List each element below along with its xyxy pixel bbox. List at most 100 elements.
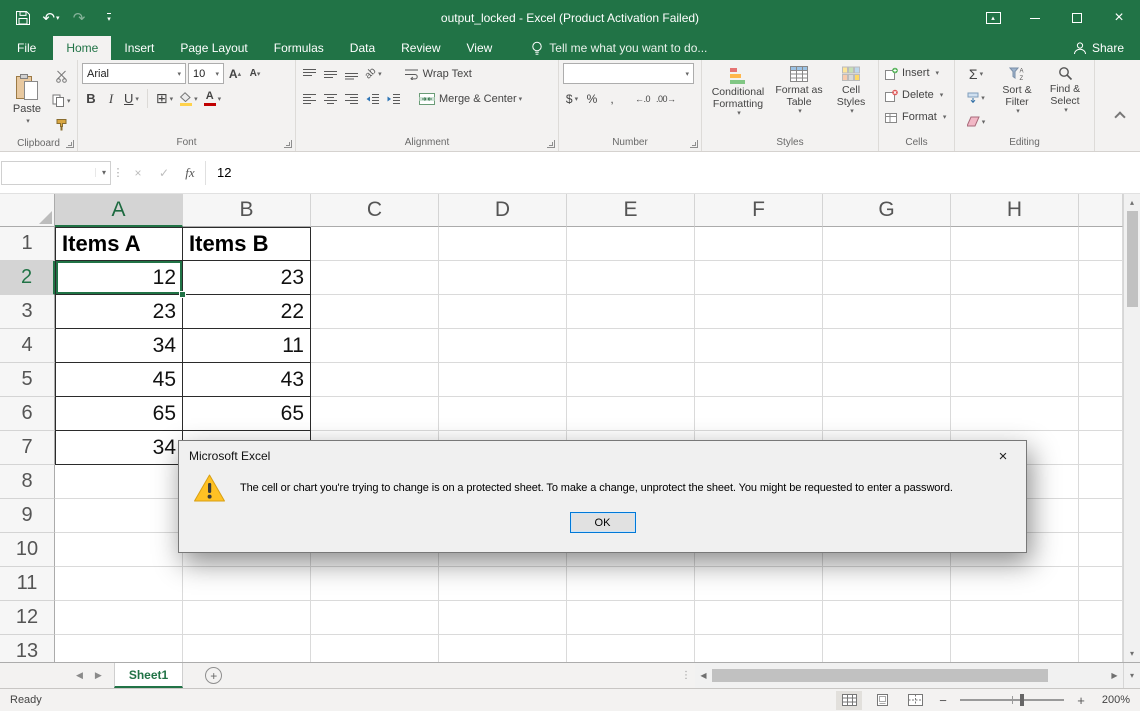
cell-G2[interactable] xyxy=(823,261,951,295)
save-button[interactable] xyxy=(12,6,34,30)
cell-F6[interactable] xyxy=(695,397,823,431)
row-header-4[interactable]: 4 xyxy=(0,329,55,363)
column-header-E[interactable]: E xyxy=(567,194,695,227)
cell-A12[interactable] xyxy=(55,601,183,635)
clear-button[interactable]: ▾ xyxy=(959,111,993,132)
cell-H2[interactable] xyxy=(951,261,1079,295)
cell-C13[interactable] xyxy=(311,635,439,662)
cell-E1[interactable] xyxy=(567,227,695,261)
conditional-formatting-button[interactable]: Conditional Formatting ▾ xyxy=(706,63,770,134)
select-all-button[interactable] xyxy=(0,194,55,227)
cell-D12[interactable] xyxy=(439,601,567,635)
decrease-decimal-button[interactable]: .00→ xyxy=(654,88,678,109)
enter-entry-button[interactable]: ✓ xyxy=(151,161,177,185)
cell-G5[interactable] xyxy=(823,363,951,397)
prev-sheet-button[interactable]: ◀ xyxy=(76,670,83,681)
cell-E12[interactable] xyxy=(567,601,695,635)
column-header-B[interactable]: B xyxy=(183,194,311,227)
scroll-left-button[interactable]: ◀ xyxy=(695,663,712,688)
zoom-out-button[interactable]: − xyxy=(935,693,951,708)
cell-A11[interactable] xyxy=(55,567,183,601)
cell-E11[interactable] xyxy=(567,567,695,601)
cell-partial-1[interactable] xyxy=(1079,227,1123,261)
column-header-C[interactable]: C xyxy=(311,194,439,227)
cell-D4[interactable] xyxy=(439,329,567,363)
cell-H4[interactable] xyxy=(951,329,1079,363)
row-header-7[interactable]: 7 xyxy=(0,431,55,465)
ok-button[interactable]: OK xyxy=(570,512,636,533)
comma-style-button[interactable]: , xyxy=(603,88,621,109)
row-header-13[interactable]: 13 xyxy=(0,635,55,662)
cell-F2[interactable] xyxy=(695,261,823,295)
cell-C3[interactable] xyxy=(311,295,439,329)
dialog-close-button[interactable]: × xyxy=(980,441,1026,471)
cell-F5[interactable] xyxy=(695,363,823,397)
cell-E4[interactable] xyxy=(567,329,695,363)
align-right-button[interactable] xyxy=(342,88,361,109)
normal-view-button[interactable] xyxy=(836,691,862,710)
cell-C4[interactable] xyxy=(311,329,439,363)
redo-button[interactable]: ↷ xyxy=(68,6,90,30)
cell-partial-3[interactable] xyxy=(1079,295,1123,329)
cell-B5[interactable]: 43 xyxy=(183,363,311,397)
cell-partial-12[interactable] xyxy=(1079,601,1123,635)
cell-C2[interactable] xyxy=(311,261,439,295)
cell-E2[interactable] xyxy=(567,261,695,295)
cell-A1[interactable]: Items A xyxy=(55,227,183,261)
cell-D2[interactable] xyxy=(439,261,567,295)
column-header-F[interactable]: F xyxy=(695,194,823,227)
vertical-scroll-thumb[interactable] xyxy=(1127,211,1138,307)
sort-filter-button[interactable]: AZ Sort & Filter ▾ xyxy=(993,63,1041,134)
cell-partial-2[interactable] xyxy=(1079,261,1123,295)
cell-G3[interactable] xyxy=(823,295,951,329)
cell-A4[interactable]: 34 xyxy=(55,329,183,363)
cell-G1[interactable] xyxy=(823,227,951,261)
formula-bar-splitter[interactable]: ⋮ xyxy=(111,166,125,179)
cell-H5[interactable] xyxy=(951,363,1079,397)
percent-style-button[interactable]: % xyxy=(583,88,601,109)
cell-B1[interactable]: Items B xyxy=(183,227,311,261)
fill-button[interactable]: ▾ xyxy=(959,87,993,108)
cell-B13[interactable] xyxy=(183,635,311,662)
cell-E13[interactable] xyxy=(567,635,695,662)
cell-H1[interactable] xyxy=(951,227,1079,261)
horizontal-scroll-thumb[interactable] xyxy=(712,669,1048,682)
share-button[interactable]: Share xyxy=(1073,36,1124,60)
cell-G13[interactable] xyxy=(823,635,951,662)
collapse-ribbon-button[interactable] xyxy=(1114,111,1125,122)
tab-page-layout[interactable]: Page Layout xyxy=(167,36,260,60)
cell-E5[interactable] xyxy=(567,363,695,397)
align-left-button[interactable] xyxy=(300,88,319,109)
name-box[interactable]: ▾ xyxy=(1,161,111,185)
row-header-2[interactable]: 2 xyxy=(0,261,55,295)
column-header-partial[interactable] xyxy=(1079,194,1123,227)
cell-A2[interactable]: 12 xyxy=(55,261,183,295)
cell-B3[interactable]: 22 xyxy=(183,295,311,329)
cell-G6[interactable] xyxy=(823,397,951,431)
cell-A8[interactable] xyxy=(55,465,183,499)
formula-input[interactable]: 12 xyxy=(209,161,1140,185)
font-dialog-launcher[interactable] xyxy=(284,140,292,148)
alignment-dialog-launcher[interactable] xyxy=(547,140,555,148)
tell-me-box[interactable]: Tell me what you want to do... xyxy=(531,36,707,60)
new-sheet-button[interactable]: + xyxy=(205,667,222,684)
tab-view[interactable]: View xyxy=(454,36,506,60)
cut-button[interactable] xyxy=(50,66,73,87)
row-header-9[interactable]: 9 xyxy=(0,499,55,533)
cell-C12[interactable] xyxy=(311,601,439,635)
wrap-text-button[interactable]: Wrap Text xyxy=(402,63,474,84)
tab-insert[interactable]: Insert xyxy=(111,36,167,60)
tab-data[interactable]: Data xyxy=(337,36,388,60)
top-align-button[interactable] xyxy=(300,63,319,84)
font-size-combo[interactable]: 10▾ xyxy=(188,63,224,84)
cell-B4[interactable]: 11 xyxy=(183,329,311,363)
italic-button[interactable]: I xyxy=(102,88,120,109)
scroll-down-button[interactable]: ▾ xyxy=(1124,645,1140,662)
cell-F4[interactable] xyxy=(695,329,823,363)
name-box-dropdown-icon[interactable]: ▾ xyxy=(95,168,106,177)
fill-handle[interactable] xyxy=(179,291,186,298)
increase-decimal-button[interactable]: ←.0 xyxy=(633,88,652,109)
format-as-table-button[interactable]: Format as Table ▾ xyxy=(770,63,828,134)
cell-F1[interactable] xyxy=(695,227,823,261)
cell-partial-9[interactable] xyxy=(1079,499,1123,533)
